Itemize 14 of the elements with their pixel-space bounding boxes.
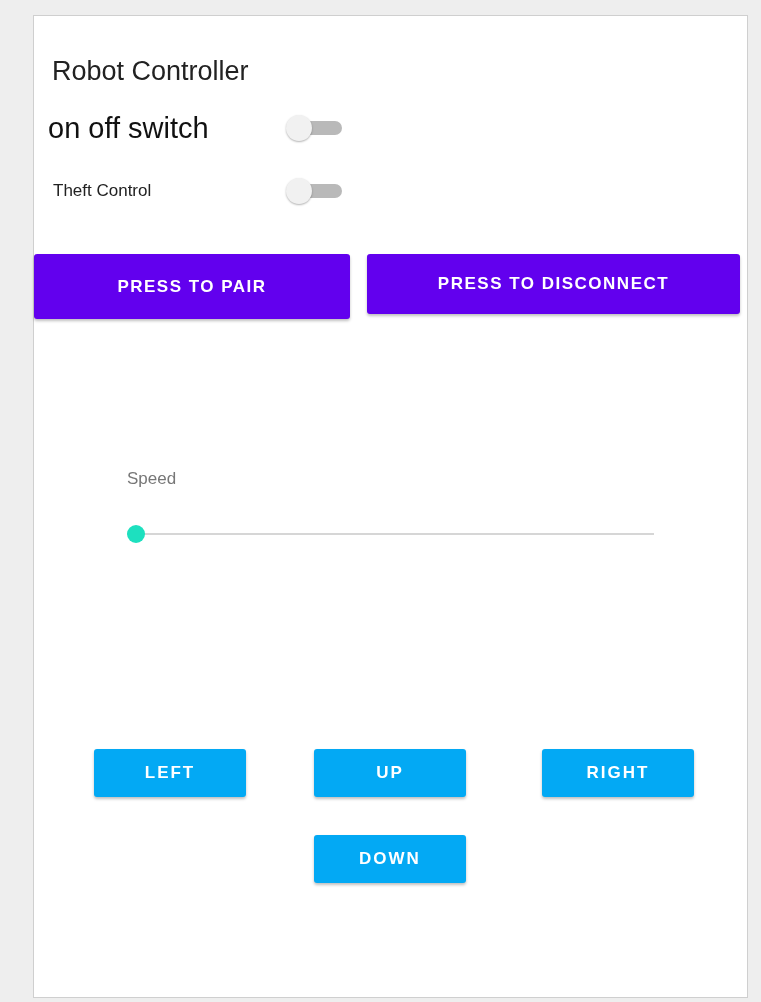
speed-slider[interactable] — [127, 525, 654, 543]
toggle-switch[interactable] — [286, 115, 342, 141]
toggle-switch[interactable] — [286, 178, 342, 204]
slider-label: Speed — [127, 469, 177, 489]
app-title: Robot Controller — [52, 55, 250, 88]
switch-label: on off switch — [48, 111, 210, 145]
slider-thumb[interactable] — [127, 525, 145, 543]
pair-button[interactable]: PRESS TO PAIR — [34, 254, 350, 319]
switch-label: Theft Control — [53, 181, 153, 201]
direction-button[interactable]: RIGHT — [542, 749, 694, 797]
direction-button[interactable]: UP — [314, 749, 466, 797]
direction-button[interactable]: LEFT — [94, 749, 246, 797]
direction-button[interactable]: DOWN — [314, 835, 466, 883]
disconnect-button[interactable]: PRESS TO DISCONNECT — [367, 254, 740, 314]
